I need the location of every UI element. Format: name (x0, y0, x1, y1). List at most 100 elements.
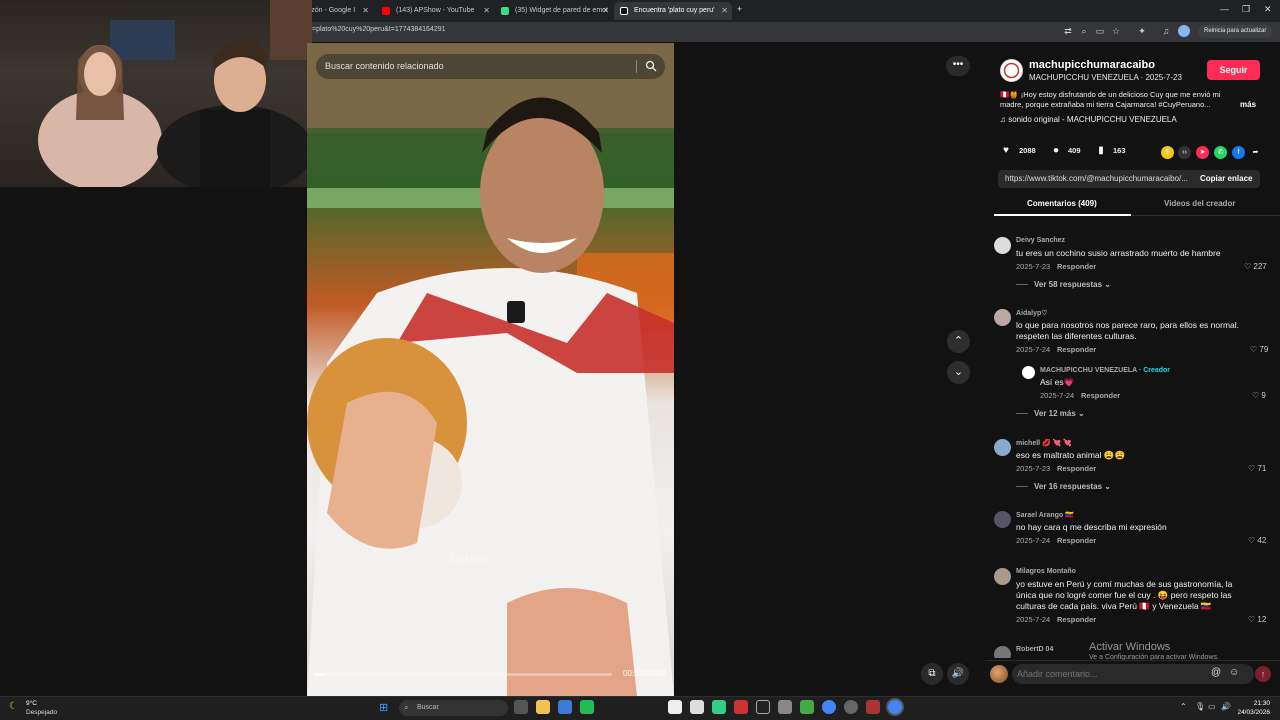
volume-icon[interactable]: 🔊 (947, 663, 969, 685)
reply-button[interactable]: Responder (1057, 615, 1096, 624)
app-icon[interactable] (580, 700, 594, 714)
reply-button[interactable]: Responder (1057, 536, 1096, 545)
reply-button[interactable]: Responder (1057, 262, 1096, 271)
app-icon[interactable] (866, 700, 880, 714)
reply-likes[interactable]: ♡ 9 (1252, 391, 1266, 400)
app-icon[interactable] (778, 700, 792, 714)
media-icon[interactable]: ♫ (1160, 25, 1172, 37)
view-replies-button[interactable]: Ver 16 respuestas ⌄ (1016, 482, 1111, 491)
view-more-button[interactable]: Ver 12 más ⌄ (1016, 409, 1085, 418)
comment-likes[interactable]: ♡ 12 (1248, 615, 1266, 624)
taskbar-search[interactable]: ⌕ Buscar (399, 700, 508, 716)
comment-icon[interactable]: ● (1050, 145, 1062, 157)
app-icon[interactable] (800, 700, 814, 714)
minimize-icon[interactable]: — (1220, 4, 1229, 14)
chrome-icon[interactable] (822, 700, 836, 714)
tab-creator-videos[interactable]: Videos del creador (1164, 199, 1235, 208)
facebook-icon[interactable]: f (1232, 146, 1245, 159)
reply-button[interactable]: Responder (1081, 391, 1120, 400)
comment-author[interactable]: RobertD 04 (1016, 646, 1053, 653)
search-icon[interactable] (645, 60, 657, 72)
terminal-icon[interactable] (756, 700, 770, 714)
tab-youtube[interactable]: (143) APShow - YouTube ✕ (376, 2, 494, 20)
avatar[interactable] (994, 237, 1011, 254)
like-icon[interactable]: ♥ (1000, 145, 1012, 157)
avatar[interactable] (994, 309, 1011, 326)
related-search-bar[interactable]: Buscar contenido relacionado (316, 54, 665, 79)
share-icon[interactable]: ➦ (1249, 146, 1262, 159)
comment-likes[interactable]: ♡ 42 (1248, 536, 1266, 545)
close-icon[interactable]: ✕ (483, 2, 490, 20)
network-icon[interactable]: ▭ (1208, 702, 1216, 711)
creator-avatar[interactable] (1022, 366, 1035, 379)
author-avatar[interactable] (1000, 59, 1023, 82)
whatsapp-icon[interactable]: ✆ (1214, 146, 1227, 159)
new-tab-button[interactable]: + (737, 4, 742, 14)
comment-author[interactable]: Sarael Arango 🇻🇪 (1016, 511, 1074, 519)
comment-author[interactable]: michell 💋 💘 💘 (1016, 439, 1072, 447)
tab-comments[interactable]: Comentarios (409) (1027, 199, 1097, 208)
file-explorer-icon[interactable] (536, 700, 550, 714)
install-icon[interactable]: ▭ (1094, 25, 1106, 37)
miniplayer-icon[interactable]: ⧉ (921, 663, 943, 685)
music-info[interactable]: ♫ sonido original - MACHUPICCHU VENEZUEL… (1000, 115, 1177, 124)
emoji-icon[interactable]: ☺ (1229, 667, 1239, 678)
comment-likes[interactable]: ♡ 71 (1248, 464, 1266, 473)
clock-date[interactable]: 24/03/2026 (1232, 709, 1270, 716)
author-name[interactable]: machupicchumaracaibo (1029, 59, 1155, 71)
reply-button[interactable]: Responder (1057, 464, 1096, 473)
profile-avatar[interactable] (1178, 25, 1190, 37)
volume-tray-icon[interactable]: 🔊 (1221, 702, 1231, 711)
comment-likes[interactable]: ♡ 227 (1244, 262, 1267, 271)
view-replies-button[interactable]: Ver 58 respuestas ⌄ (1016, 280, 1111, 289)
translate-icon[interactable]: ⇄ (1062, 25, 1074, 37)
url-text[interactable]: =plato%20cuy%20peru&t=1774384164291 (312, 26, 446, 33)
bookmark-icon[interactable]: ▮ (1095, 145, 1107, 157)
avatar[interactable] (994, 568, 1011, 585)
close-window-icon[interactable]: ✕ (1264, 4, 1272, 15)
comment-author[interactable]: Deivy Sanchez (1016, 237, 1065, 244)
moon-weather-icon[interactable]: ☾ (9, 701, 18, 712)
weather-description[interactable]: Despejado (26, 709, 57, 716)
clock-time[interactable]: 21:30 (1236, 700, 1270, 707)
update-button[interactable]: Reinicia para actualizar (1198, 25, 1273, 38)
document-icon[interactable] (690, 700, 704, 714)
next-video-button[interactable]: ⌄ (947, 361, 970, 384)
bookmark-star-icon[interactable]: ☆ (1110, 25, 1122, 37)
avatar[interactable] (994, 511, 1011, 528)
maximize-icon[interactable]: ❐ (1242, 4, 1250, 15)
avatar[interactable] (994, 439, 1011, 456)
video-player[interactable] (307, 43, 674, 696)
chrome-active-icon[interactable] (888, 700, 902, 714)
reply-button[interactable]: Responder (1057, 345, 1096, 354)
weather-temp[interactable]: 9°C (26, 700, 37, 707)
microphone-icon[interactable]: 🎙 (1195, 702, 1205, 711)
close-icon[interactable]: ✕ (602, 2, 609, 20)
more-options-button[interactable]: ••• (946, 56, 970, 76)
app-icon[interactable] (844, 700, 858, 714)
comment-author[interactable]: Milagros Montaño (1016, 568, 1076, 575)
mention-icon[interactable]: @ (1211, 667, 1221, 678)
send-to-friend-icon[interactable]: ➤ (1196, 146, 1209, 159)
reply-author[interactable]: MACHUPICCHU VENEZUELA · Creador (1040, 367, 1170, 374)
coin-icon[interactable]: $ (1161, 146, 1174, 159)
mail-icon[interactable] (558, 700, 572, 714)
user-avatar[interactable] (990, 665, 1008, 683)
send-icon[interactable]: ↑ (1255, 666, 1271, 682)
pdf-icon[interactable] (734, 700, 748, 714)
post-link[interactable]: https://www.tiktok.com/@machupicchumarac… (1005, 174, 1193, 183)
spreadsheet-icon[interactable] (712, 700, 726, 714)
extensions-icon[interactable]: ✦ (1136, 25, 1148, 37)
tab-widget[interactable]: (35) Widget de pared de emot ✕ (495, 2, 613, 20)
avatar[interactable] (994, 646, 1011, 658)
close-icon[interactable]: ✕ (362, 2, 369, 20)
comment-likes[interactable]: ♡ 79 (1250, 345, 1268, 354)
tab-tiktok[interactable]: Encuentra 'plato cuy peru' ✕ (614, 2, 732, 20)
progress-track[interactable] (315, 673, 612, 676)
previous-video-button[interactable]: ⌃ (947, 330, 970, 353)
notepad-icon[interactable] (668, 700, 682, 714)
follow-button[interactable]: Seguir (1207, 60, 1260, 80)
close-icon[interactable]: ✕ (721, 2, 728, 20)
comment-author[interactable]: Aidalyp♡ (1016, 309, 1048, 317)
embed-icon[interactable]: ‹› (1178, 146, 1191, 159)
